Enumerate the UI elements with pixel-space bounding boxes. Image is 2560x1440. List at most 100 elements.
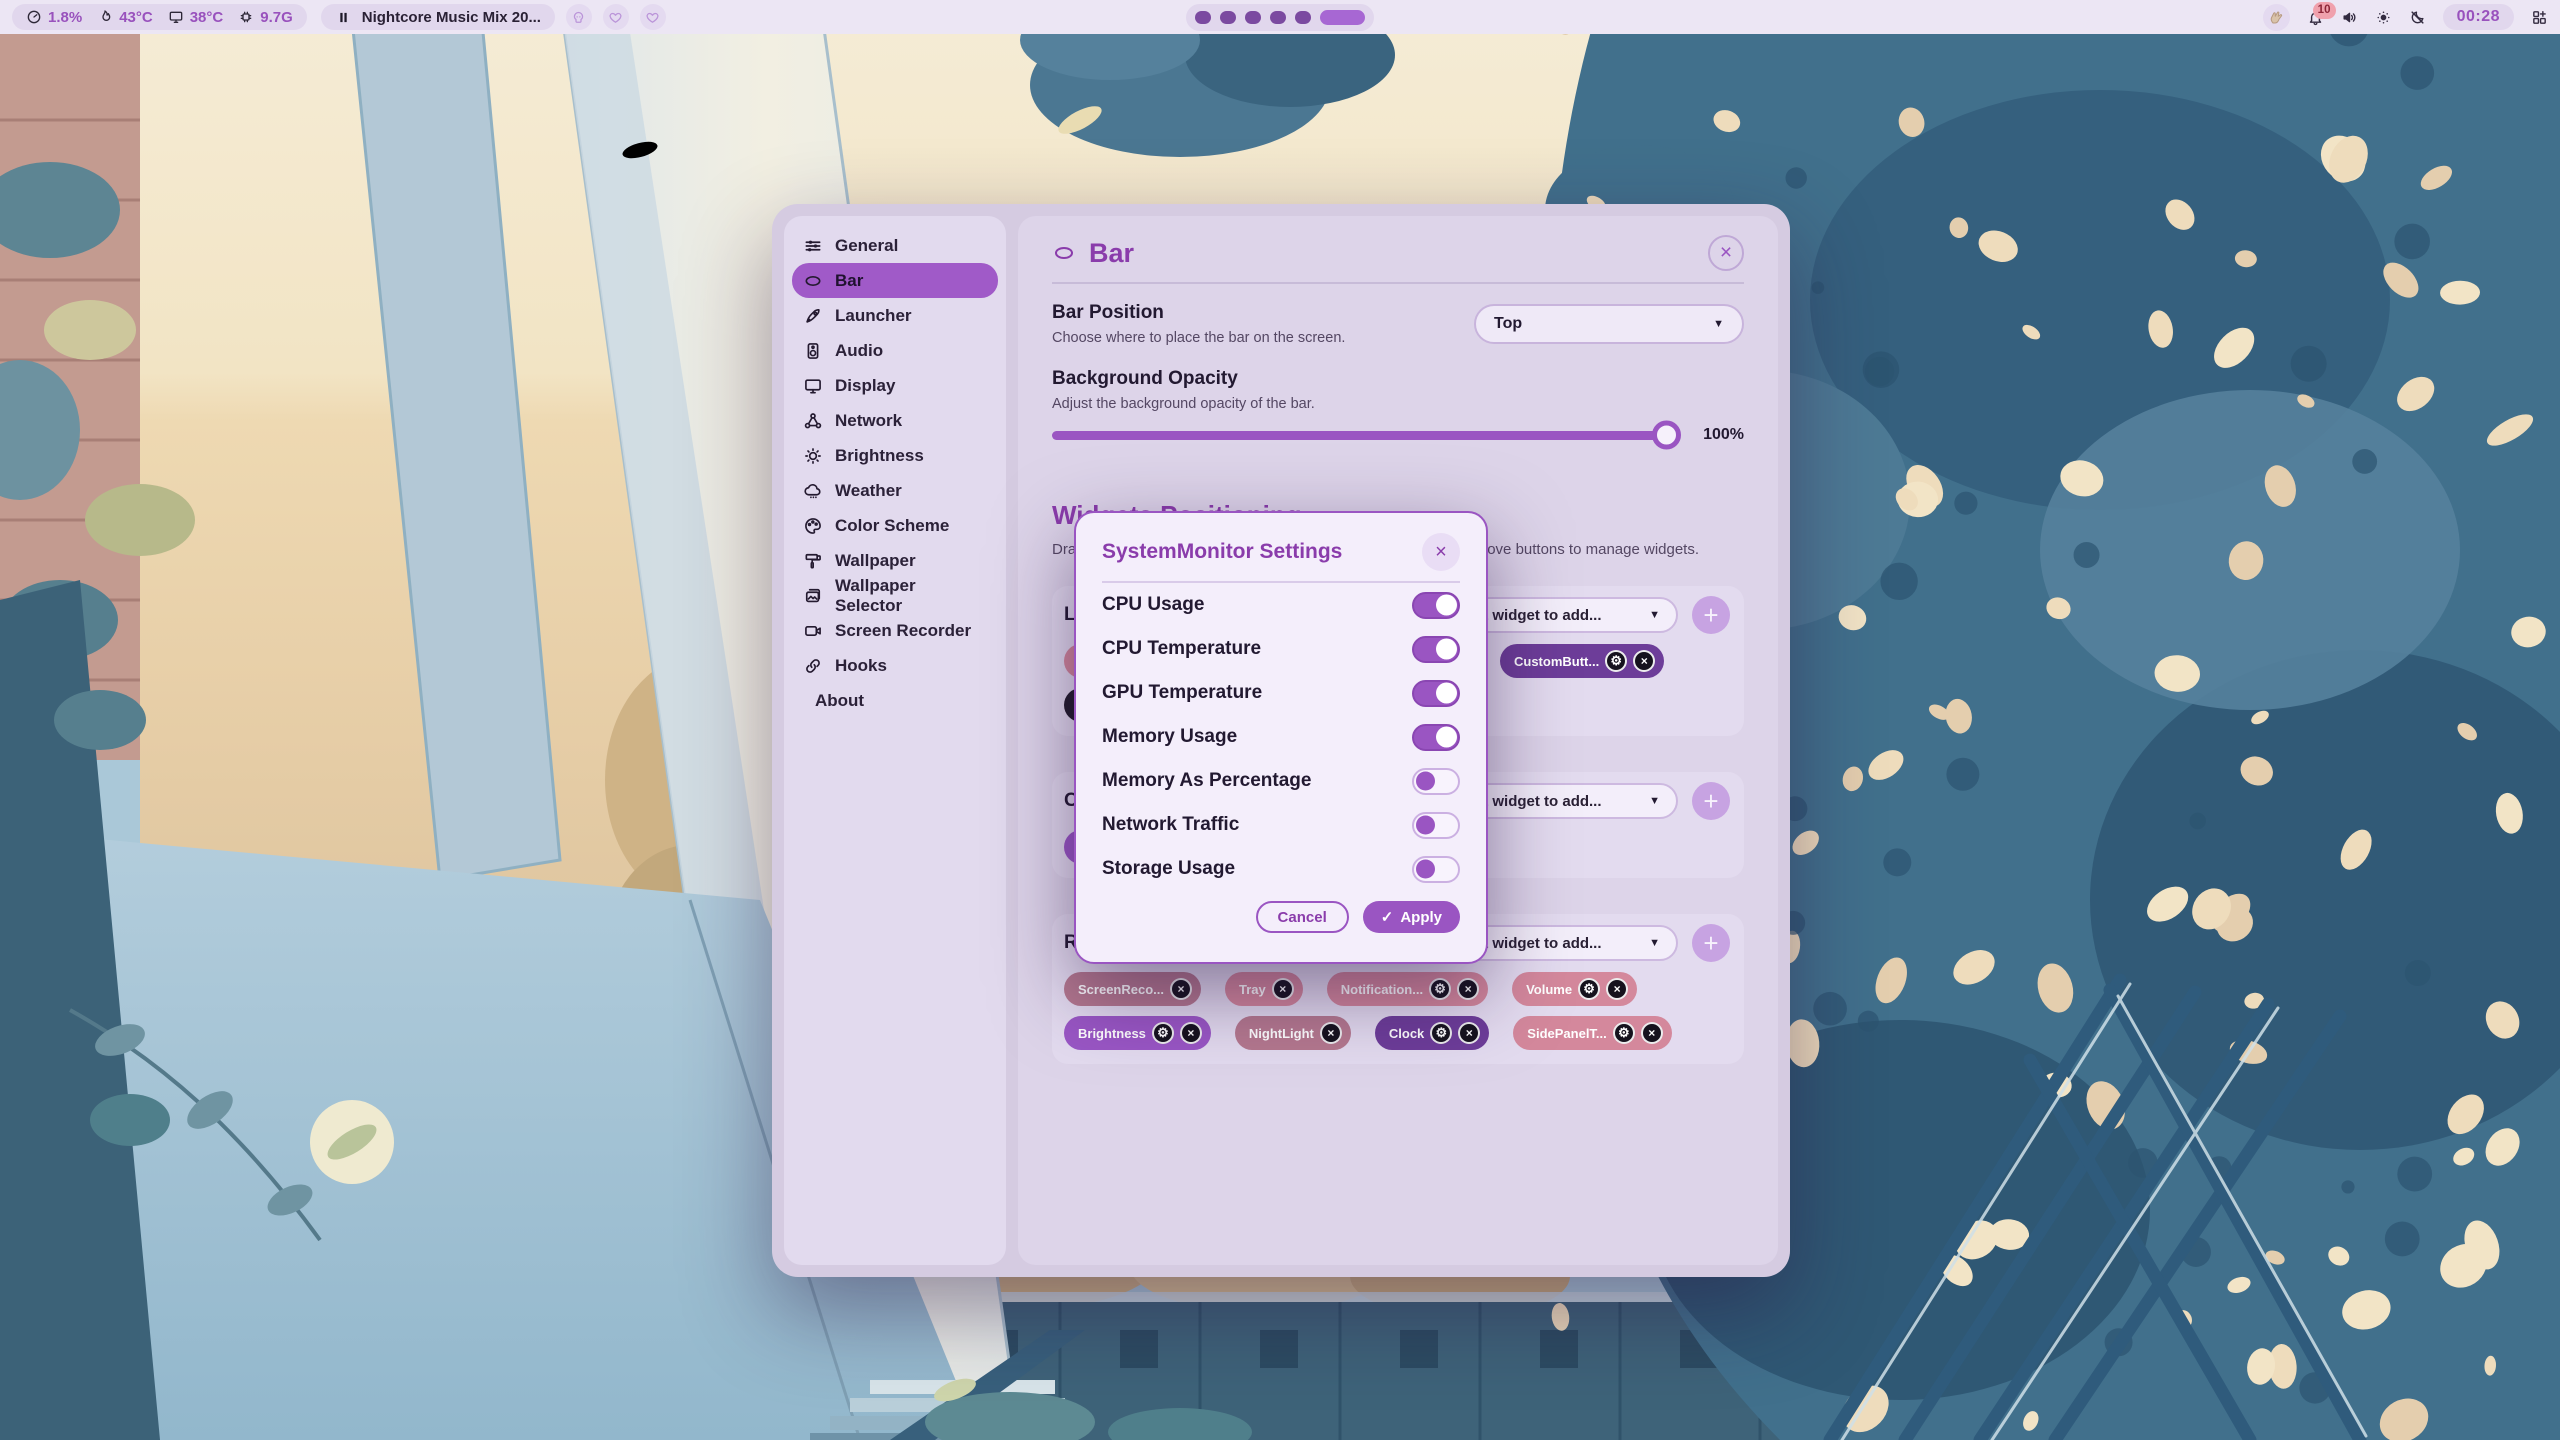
close-icon[interactable]: × [1457,978,1479,1000]
background-opacity-block: Background Opacity Adjust the background… [1052,368,1744,444]
toggle-cpu-temperature[interactable] [1412,636,1460,663]
sidebar-item-audio[interactable]: Audio [792,333,998,368]
close-icon[interactable]: × [1633,650,1655,672]
opacity-slider-knob[interactable] [1652,421,1681,450]
close-icon[interactable]: × [1458,1022,1480,1044]
toggle-gpu-temperature[interactable] [1412,680,1460,707]
sidebar-item-wallpaper-selector[interactable]: Wallpaper Selector [792,578,998,613]
sidebar-item-screen-recorder[interactable]: Screen Recorder [792,613,998,648]
widget-chip-custombutt[interactable]: CustomButt...⚙× [1500,644,1664,678]
close-icon[interactable]: × [1170,978,1192,1000]
widget-chip-volume[interactable]: Volume⚙× [1512,972,1637,1006]
sidebar-item-brightness[interactable]: Brightness [792,438,998,473]
workspace-dot-3[interactable] [1245,11,1261,24]
gear-icon[interactable]: ⚙ [1578,978,1600,1000]
sidebar-item-label: About [815,691,864,711]
add-widget-button[interactable]: + [1692,782,1730,820]
sidebar-item-general[interactable]: General [792,228,998,263]
quick-buttons [555,4,666,30]
clock[interactable]: 00:28 [2443,4,2514,30]
pause-icon[interactable] [335,9,352,26]
workspace-dot-1[interactable] [1195,11,1211,24]
widget-chip-nightlight[interactable]: NightLight× [1235,1016,1351,1050]
brightness-button[interactable] [2375,9,2392,26]
add-widget-button[interactable]: + [1692,596,1730,634]
widget-chip-tray[interactable]: Tray × [1225,972,1303,1006]
quick-button-heart[interactable] [640,4,666,30]
widget-chip-sidepanelt[interactable]: SidePanelT...⚙× [1513,1016,1671,1050]
dialog-close-button[interactable]: × [1422,533,1460,571]
bar-position-value: Top [1494,315,1522,333]
sidebar-item-color-scheme[interactable]: Color Scheme [792,508,998,543]
sidebar-item-launcher[interactable]: Launcher [792,298,998,333]
widget-chip-notification[interactable]: Notification...⚙× [1327,972,1488,1006]
stat-value: 38°C [190,9,224,26]
apply-button[interactable]: ✓ Apply [1363,901,1460,933]
divider [1052,282,1744,284]
toggle-memory-as-percentage[interactable] [1412,768,1460,795]
chip-label: Brightness [1078,1026,1146,1041]
workspace-dot-6[interactable] [1320,10,1365,25]
stat-43-c[interactable]: 43°C [97,9,153,26]
gear-icon[interactable]: ⚙ [1152,1022,1174,1044]
speaker-icon [2341,9,2358,26]
option-label: Memory As Percentage [1102,770,1412,792]
sidebar-item-bar[interactable]: Bar [792,263,998,298]
night-light-button[interactable] [2409,9,2426,26]
toggle-cpu-usage[interactable] [1412,592,1460,619]
option-label: CPU Temperature [1102,638,1412,660]
toggle-storage-usage[interactable] [1412,856,1460,883]
sidebar-item-hooks[interactable]: Hooks [792,648,998,683]
gear-icon[interactable]: ⚙ [1429,978,1451,1000]
stat-9-7g[interactable]: 9.7G [238,9,293,26]
sidebar-item-wallpaper[interactable]: Wallpaper [792,543,998,578]
dashboard-button[interactable] [2531,9,2548,26]
sidebar-item-display[interactable]: Display [792,368,998,403]
workspace-indicator[interactable] [1186,4,1374,31]
media-player-pill[interactable]: Nightcore Music Mix 20... [321,4,555,30]
widget-chip-clock[interactable]: Clock⚙× [1375,1016,1489,1050]
tray-app-icon[interactable] [2263,4,2290,31]
cancel-button[interactable]: Cancel [1256,901,1349,933]
workspace-dot-4[interactable] [1270,11,1286,24]
close-icon[interactable]: × [1180,1022,1202,1044]
chip-label: Tray [1239,982,1266,997]
network-icon [803,411,823,431]
check-icon: ✓ [1381,908,1394,926]
toggle-memory-usage[interactable] [1412,724,1460,751]
bar-position-dropdown[interactable]: Top ▼ [1474,304,1744,344]
sidebar-item-about[interactable]: About [792,683,998,718]
widget-chip-screenreco[interactable]: ScreenReco...× [1064,972,1201,1006]
sidebar-item-weather[interactable]: Weather [792,473,998,508]
close-icon[interactable]: × [1320,1022,1342,1044]
stat-1-8[interactable]: 1.8% [26,9,82,26]
sidebar-item-network[interactable]: Network [792,403,998,438]
workspace-dot-2[interactable] [1220,11,1236,24]
widget-chip-brightness[interactable]: Brightness ⚙ × [1064,1016,1211,1050]
close-icon[interactable]: × [1272,978,1294,1000]
option-label: CPU Usage [1102,594,1412,616]
stat-38-c[interactable]: 38°C [168,9,224,26]
add-widget-button[interactable]: + [1692,924,1730,962]
sun-icon [2375,9,2392,26]
quick-button-skull[interactable] [566,4,592,30]
option-label: GPU Temperature [1102,682,1412,704]
moon-off-icon [2409,9,2426,26]
close-icon[interactable]: × [1606,978,1628,1000]
volume-button[interactable] [2341,9,2358,26]
heart-icon [645,10,660,25]
gear-icon[interactable]: ⚙ [1430,1022,1452,1044]
quick-button-heart[interactable] [603,4,629,30]
system-stats-pill[interactable]: 1.8% 43°C 38°C 9.7G [12,4,307,30]
close-icon[interactable]: × [1641,1022,1663,1044]
opacity-slider[interactable] [1052,431,1678,440]
gear-icon[interactable]: ⚙ [1613,1022,1635,1044]
top-bar: 1.8% 43°C 38°C 9.7G Nightcore Music Mix 20.… [0,0,2560,34]
notifications-button[interactable]: 10 [2307,9,2324,26]
toggle-network-traffic[interactable] [1412,812,1460,839]
workspace-dot-5[interactable] [1295,11,1311,24]
window-close-button[interactable]: × [1708,235,1744,271]
sidebar-item-label: Display [835,376,895,396]
images-icon [803,586,823,606]
gear-icon[interactable]: ⚙ [1605,650,1627,672]
